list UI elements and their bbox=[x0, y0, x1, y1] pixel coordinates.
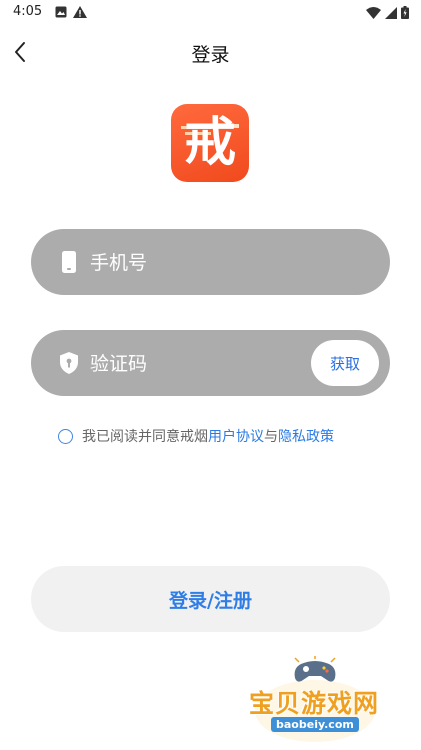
logo-text: 戒 bbox=[183, 113, 236, 173]
app-logo: 戒 bbox=[171, 104, 249, 182]
verification-code-input[interactable] bbox=[88, 350, 292, 378]
verification-code-field: 获取 bbox=[31, 330, 390, 396]
status-bar: 4:05 bbox=[0, 0, 421, 26]
shield-icon bbox=[60, 352, 78, 374]
get-code-button[interactable]: 获取 bbox=[311, 340, 379, 386]
phone-field bbox=[31, 229, 390, 295]
agreement-row: 我已阅读并同意戒烟 用户协议 与 隐私政策 bbox=[58, 426, 334, 446]
agree-checkbox[interactable] bbox=[58, 428, 73, 444]
watermark-url: baobeiy.com bbox=[271, 717, 359, 732]
agreement-conjunction: 与 bbox=[264, 429, 278, 445]
agreement-prefix: 我已阅读并同意戒烟 bbox=[82, 429, 208, 445]
watermark-title: 宝贝游戏网 bbox=[249, 689, 380, 718]
phone-input[interactable] bbox=[88, 249, 302, 277]
watermark: 宝贝游戏网 baobeiy.com bbox=[243, 656, 393, 746]
gamepad-icon bbox=[294, 656, 336, 682]
login-register-button[interactable]: 登录/注册 bbox=[31, 566, 390, 632]
warning-icon bbox=[73, 6, 87, 18]
user-agreement-link[interactable]: 用户协议 bbox=[208, 426, 264, 446]
status-time: 4:05 bbox=[13, 4, 43, 19]
photo-notification-icon bbox=[55, 6, 67, 18]
battery-icon bbox=[401, 6, 409, 19]
app-bar: 登录 bbox=[0, 30, 421, 76]
phone-icon bbox=[62, 251, 76, 273]
cellular-signal-icon bbox=[385, 6, 397, 19]
wifi-icon bbox=[366, 6, 381, 19]
privacy-policy-link[interactable]: 隐私政策 bbox=[278, 426, 334, 446]
page-title: 登录 bbox=[191, 44, 230, 66]
